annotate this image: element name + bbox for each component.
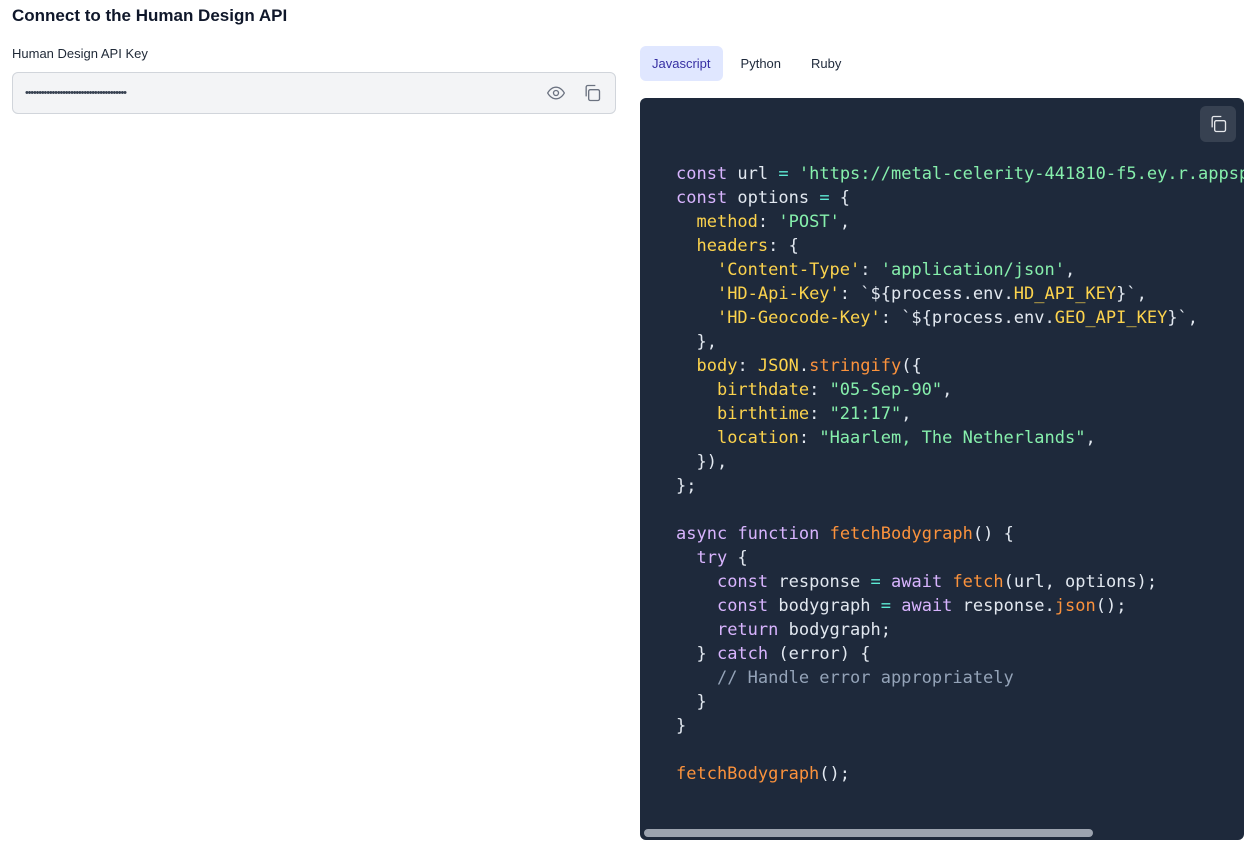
api-key-value: ••••••••••••••••••••••••••••••••••••••	[25, 87, 127, 99]
tab-python[interactable]: Python	[729, 46, 793, 81]
copy-key-icon[interactable]	[579, 80, 605, 106]
language-tabs: Javascript Python Ruby	[640, 46, 1244, 81]
page-title: Connect to the Human Design API	[12, 6, 288, 25]
api-key-section: Human Design API Key •••••••••••••••••••…	[12, 46, 616, 114]
copy-code-icon[interactable]	[1200, 106, 1236, 142]
tab-javascript[interactable]: Javascript	[640, 46, 723, 81]
api-key-label: Human Design API Key	[12, 46, 148, 61]
code-block: const url = 'https://metal-celerity-4418…	[640, 98, 1244, 840]
tab-ruby[interactable]: Ruby	[799, 46, 853, 81]
code-section: Javascript Python Ruby const url = 'http…	[640, 46, 1244, 840]
api-key-field[interactable]: ••••••••••••••••••••••••••••••••••••••	[12, 72, 616, 114]
horizontal-scrollbar[interactable]	[644, 829, 1093, 837]
eye-icon[interactable]	[543, 80, 569, 106]
code-snippet: const url = 'https://metal-celerity-4418…	[676, 164, 1244, 784]
